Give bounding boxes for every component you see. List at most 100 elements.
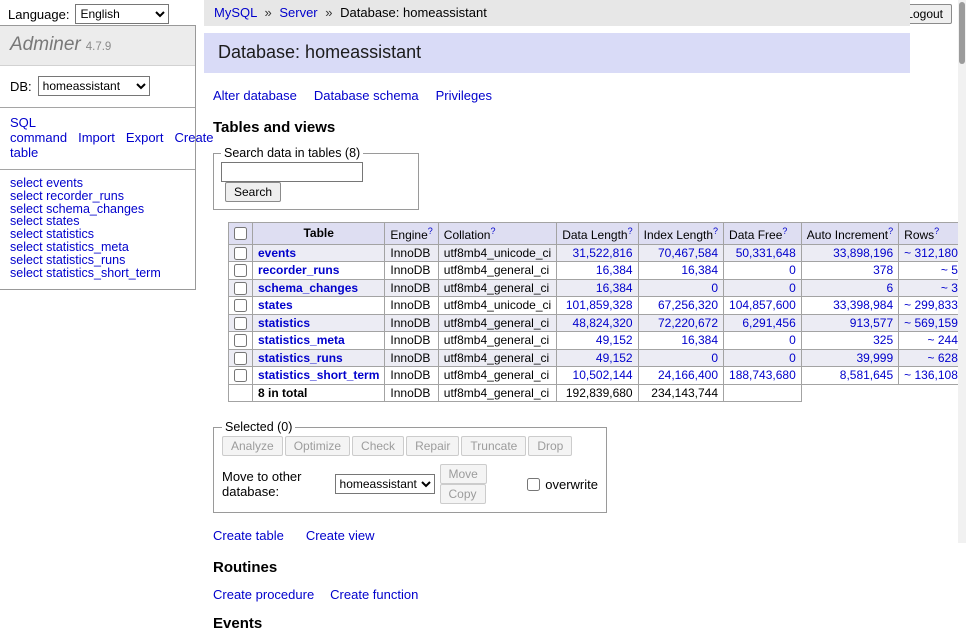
- table-link-statistics[interactable]: statistics: [258, 316, 310, 330]
- table-link-events[interactable]: events: [258, 246, 296, 260]
- link-rows[interactable]: ~ 569,159: [904, 316, 958, 330]
- link-index-length[interactable]: 16,384: [681, 263, 718, 277]
- link-auto-increment[interactable]: 33,898,196: [833, 246, 893, 260]
- table-link-statistics-short-term[interactable]: statistics_short_term: [258, 368, 379, 382]
- drop-button[interactable]: Drop: [528, 436, 572, 456]
- link-data-free[interactable]: 6,291,456: [742, 316, 795, 330]
- db-link-privileges[interactable]: Privileges: [436, 88, 492, 103]
- link-index-length[interactable]: 0: [711, 351, 718, 365]
- link-auto-increment[interactable]: 378: [873, 263, 893, 277]
- link-auto-increment[interactable]: 6: [886, 281, 893, 295]
- link-data-length[interactable]: 101,859,328: [566, 298, 633, 312]
- table-link-statistics-meta[interactable]: statistics_meta: [258, 333, 345, 347]
- help-link-index-length[interactable]: ?: [713, 226, 718, 236]
- link-data-length[interactable]: 16,384: [596, 281, 633, 295]
- table-link-states[interactable]: states: [258, 298, 293, 312]
- search-button[interactable]: Search: [225, 182, 281, 202]
- scrollbar-thumb[interactable]: [959, 2, 965, 64]
- row-checkbox-statistics-runs[interactable]: [234, 352, 247, 365]
- link-data-free[interactable]: 188,743,680: [729, 368, 796, 382]
- link-index-length[interactable]: 0: [711, 281, 718, 295]
- move-button[interactable]: Move: [440, 464, 487, 484]
- sidebar-link-select-statistics-runs[interactable]: select statistics_runs: [10, 254, 185, 267]
- link-index-length[interactable]: 67,256,320: [658, 298, 718, 312]
- link-auto-increment[interactable]: 8,581,645: [840, 368, 893, 382]
- link-index-length[interactable]: 16,384: [681, 333, 718, 347]
- link-data-free[interactable]: 0: [789, 351, 796, 365]
- breadcrumb-mysql[interactable]: MySQL: [214, 5, 257, 20]
- help-link-auto-increment[interactable]: ?: [888, 226, 893, 236]
- routine-link-create-function[interactable]: Create function: [330, 587, 418, 602]
- sidebar-link-select-statistics-short-term[interactable]: select statistics_short_term: [10, 267, 185, 280]
- cell-collation: utf8mb4_general_ci: [438, 349, 556, 367]
- help-link-rows[interactable]: ?: [934, 226, 939, 236]
- db-link-alter-database[interactable]: Alter database: [213, 88, 297, 103]
- link-rows[interactable]: ~ 628: [928, 351, 958, 365]
- overwrite-label[interactable]: overwrite: [545, 477, 598, 492]
- scrollbar-track[interactable]: [958, 0, 966, 543]
- db-select[interactable]: homeassistant: [38, 76, 150, 96]
- link-data-length[interactable]: 10,502,144: [573, 368, 633, 382]
- search-input[interactable]: [221, 162, 363, 182]
- link-auto-increment[interactable]: 39,999: [856, 351, 893, 365]
- sidebar-action-import[interactable]: Import: [78, 130, 115, 145]
- db-link-database-schema[interactable]: Database schema: [314, 88, 419, 103]
- sidebar-action-export[interactable]: Export: [126, 130, 164, 145]
- create-link-create-table[interactable]: Create table: [213, 528, 284, 543]
- link-data-length[interactable]: 49,152: [596, 351, 633, 365]
- row-checkbox-schema-changes[interactable]: [234, 282, 247, 295]
- overwrite-checkbox[interactable]: [527, 478, 540, 491]
- link-auto-increment[interactable]: 33,398,984: [833, 298, 893, 312]
- link-data-length[interactable]: 48,824,320: [573, 316, 633, 330]
- link-data-free[interactable]: 0: [789, 281, 796, 295]
- help-link-data-free[interactable]: ?: [782, 226, 787, 236]
- link-index-length[interactable]: 70,467,584: [658, 246, 718, 260]
- check-button[interactable]: Check: [352, 436, 404, 456]
- link-index-length[interactable]: 72,220,672: [658, 316, 718, 330]
- table-total-row: 8 in totalInnoDButf8mb4_general_ci192,83…: [229, 384, 966, 402]
- link-data-length[interactable]: 31,522,816: [573, 246, 633, 260]
- sidebar-action-sql-command[interactable]: SQL command: [10, 115, 67, 145]
- repair-button[interactable]: Repair: [406, 436, 459, 456]
- row-checkbox-statistics-short-term[interactable]: [234, 369, 247, 382]
- row-checkbox-states[interactable]: [234, 299, 247, 312]
- sidebar-link-select-statistics-meta[interactable]: select statistics_meta: [10, 241, 185, 254]
- select-all-checkbox[interactable]: [234, 227, 247, 240]
- link-data-free[interactable]: 50,331,648: [736, 246, 796, 260]
- sidebar-link-select-events[interactable]: select events: [10, 177, 185, 190]
- link-index-length[interactable]: 24,166,400: [658, 368, 718, 382]
- help-link-engine[interactable]: ?: [428, 226, 433, 236]
- table-link-statistics-runs[interactable]: statistics_runs: [258, 351, 343, 365]
- link-data-length[interactable]: 49,152: [596, 333, 633, 347]
- breadcrumb-server[interactable]: Server: [279, 5, 317, 20]
- truncate-button[interactable]: Truncate: [461, 436, 526, 456]
- link-data-free[interactable]: 104,857,600: [729, 298, 796, 312]
- link-rows[interactable]: ~ 136,108: [904, 368, 958, 382]
- link-data-free[interactable]: 0: [789, 333, 796, 347]
- link-rows[interactable]: ~ 312,180: [904, 246, 958, 260]
- link-data-length[interactable]: 16,384: [596, 263, 633, 277]
- link-auto-increment[interactable]: 325: [873, 333, 893, 347]
- language-select[interactable]: English: [75, 4, 169, 24]
- link-rows[interactable]: ~ 5: [941, 263, 958, 277]
- row-checkbox-events[interactable]: [234, 247, 247, 260]
- help-link-data-length[interactable]: ?: [628, 226, 633, 236]
- link-rows[interactable]: ~ 3: [941, 281, 958, 295]
- table-link-schema-changes[interactable]: schema_changes: [258, 281, 358, 295]
- row-checkbox-statistics-meta[interactable]: [234, 334, 247, 347]
- row-checkbox-recorder-runs[interactable]: [234, 264, 247, 277]
- link-data-free[interactable]: 0: [789, 263, 796, 277]
- create-link-create-view[interactable]: Create view: [306, 528, 375, 543]
- sidebar-link-select-recorder-runs[interactable]: select recorder_runs: [10, 190, 185, 203]
- link-rows[interactable]: ~ 299,833: [904, 298, 958, 312]
- analyze-button[interactable]: Analyze: [222, 436, 283, 456]
- optimize-button[interactable]: Optimize: [285, 436, 350, 456]
- row-checkbox-statistics[interactable]: [234, 317, 247, 330]
- routine-link-create-procedure[interactable]: Create procedure: [213, 587, 314, 602]
- copy-button[interactable]: Copy: [440, 484, 486, 504]
- link-auto-increment[interactable]: 913,577: [850, 316, 893, 330]
- help-link-collation[interactable]: ?: [490, 226, 495, 236]
- table-link-recorder-runs[interactable]: recorder_runs: [258, 263, 339, 277]
- link-rows[interactable]: ~ 244: [928, 333, 958, 347]
- move-db-select[interactable]: homeassistant: [335, 474, 435, 494]
